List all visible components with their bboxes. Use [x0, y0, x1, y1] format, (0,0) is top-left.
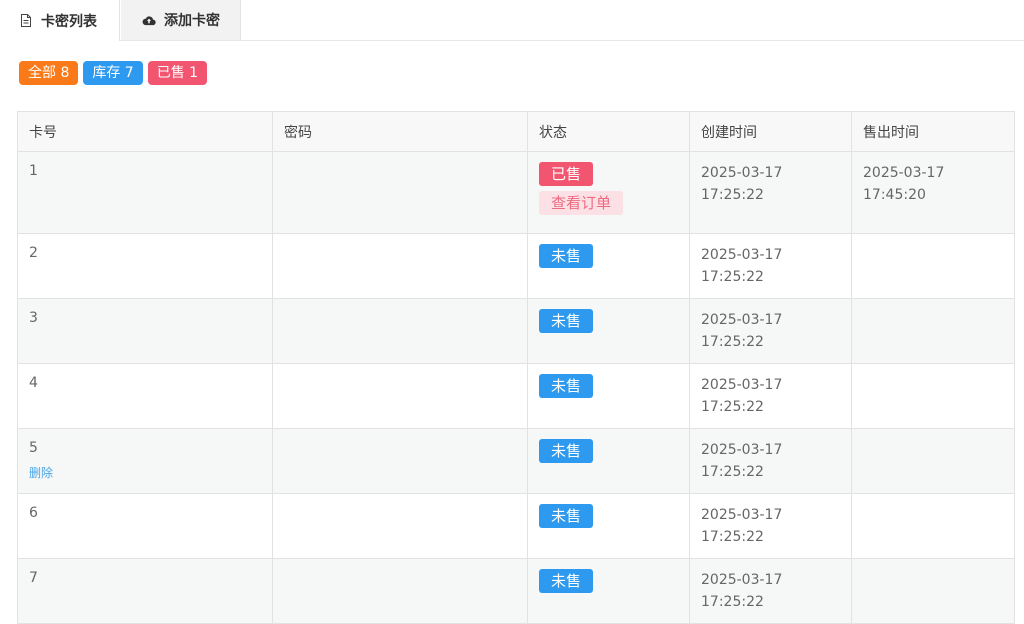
table-row: 2 未售 2025-03-17 17:25:22 — [17, 233, 1015, 299]
created-time: 17:25:22 — [701, 464, 764, 480]
table-row: 1 已售 查看订单 2025-03-17 17:25:22 2025-03-17 1… — [17, 151, 1015, 234]
password-cell — [272, 233, 528, 299]
password-cell — [272, 151, 528, 234]
column-header-status: 状态 — [527, 111, 690, 152]
status-badge: 已售 — [539, 162, 594, 186]
created-time-cell: 2025-03-17 17:25:22 — [689, 151, 852, 234]
created-date: 2025-03-17 — [701, 247, 783, 263]
status-cell: 未售 — [527, 428, 690, 494]
sold-time-cell — [851, 233, 1015, 299]
tab-card-list[interactable]: 卡密列表 — [0, 0, 120, 41]
tab-add-card[interactable]: 添加卡密 — [121, 0, 241, 40]
created-date: 2025-03-17 — [701, 442, 783, 458]
card-table: 卡号 密码 状态 创建时间 售出时间 1 已售 查看订单 2025-03-17 1… — [17, 111, 1015, 624]
status-badge: 未售 — [539, 309, 594, 333]
table-row: 4 未售 2025-03-17 17:25:22 — [17, 363, 1015, 429]
created-time: 17:25:22 — [701, 399, 764, 415]
created-time: 17:25:22 — [701, 269, 764, 285]
status-badge: 未售 — [539, 504, 594, 528]
filter-all-badge[interactable]: 全部 8 — [19, 61, 79, 85]
created-time-cell: 2025-03-17 17:25:22 — [689, 428, 852, 494]
card-number: 3 — [29, 310, 38, 326]
password-cell — [272, 428, 528, 494]
created-time-cell: 2025-03-17 17:25:22 — [689, 298, 852, 364]
created-time-cell: 2025-03-17 17:25:22 — [689, 558, 852, 624]
tab-bar: 卡密列表 添加卡密 — [0, 0, 1024, 41]
delete-link[interactable]: 删除 — [29, 464, 261, 481]
sold-time-cell — [851, 428, 1015, 494]
table-row: 5 删除 未售 2025-03-17 17:25:22 — [17, 428, 1015, 494]
tab-label: 卡密列表 — [41, 13, 97, 30]
created-date: 2025-03-17 — [701, 312, 783, 328]
status-badge: 未售 — [539, 374, 594, 398]
card-number: 4 — [29, 375, 38, 391]
table-row: 7 未售 2025-03-17 17:25:22 — [17, 558, 1015, 624]
created-time: 17:25:22 — [701, 594, 764, 610]
created-date: 2025-03-17 — [701, 507, 783, 523]
column-header-password: 密码 — [272, 111, 528, 152]
status-cell: 未售 — [527, 298, 690, 364]
created-date: 2025-03-17 — [701, 377, 783, 393]
sold-date: 2025-03-17 — [863, 165, 945, 181]
sold-time-cell — [851, 298, 1015, 364]
cloud-upload-icon — [142, 13, 156, 27]
created-time: 17:25:22 — [701, 187, 764, 203]
view-order-button[interactable]: 查看订单 — [539, 191, 624, 215]
card-number-cell: 5 删除 — [17, 428, 273, 494]
filter-sold-badge[interactable]: 已售 1 — [147, 61, 208, 85]
card-number-cell: 7 — [17, 558, 273, 624]
status-badge: 未售 — [539, 569, 594, 593]
status-cell: 未售 — [527, 558, 690, 624]
password-cell — [272, 493, 528, 559]
card-number-cell: 1 — [17, 151, 273, 234]
card-number-cell: 6 — [17, 493, 273, 559]
column-header-sold: 售出时间 — [851, 111, 1015, 152]
created-time: 17:25:22 — [701, 334, 764, 350]
card-number-cell: 4 — [17, 363, 273, 429]
status-badge: 未售 — [539, 244, 594, 268]
card-number: 1 — [29, 163, 38, 179]
sold-time-cell — [851, 493, 1015, 559]
created-date: 2025-03-17 — [701, 572, 783, 588]
sold-time-cell — [851, 363, 1015, 429]
created-date: 2025-03-17 — [701, 165, 783, 181]
created-time-cell: 2025-03-17 17:25:22 — [689, 493, 852, 559]
status-cell: 未售 — [527, 363, 690, 429]
card-number: 2 — [29, 245, 38, 261]
sold-time: 17:45:20 — [863, 187, 926, 203]
card-number: 5 — [29, 440, 38, 456]
password-cell — [272, 363, 528, 429]
status-cell: 已售 查看订单 — [527, 151, 690, 234]
password-cell — [272, 558, 528, 624]
status-cell: 未售 — [527, 233, 690, 299]
filter-stock-badge[interactable]: 库存 7 — [83, 61, 143, 85]
status-cell: 未售 — [527, 493, 690, 559]
filter-badges: 全部 8 库存 7 已售 1 — [19, 61, 208, 85]
table-row: 3 未售 2025-03-17 17:25:22 — [17, 298, 1015, 364]
tab-label: 添加卡密 — [164, 13, 220, 29]
card-number: 7 — [29, 570, 38, 586]
card-number-cell: 2 — [17, 233, 273, 299]
created-time-cell: 2025-03-17 17:25:22 — [689, 233, 852, 299]
sold-time-cell: 2025-03-17 17:45:20 — [851, 151, 1015, 234]
table-row: 6 未售 2025-03-17 17:25:22 — [17, 493, 1015, 559]
password-cell — [272, 298, 528, 364]
status-badge: 未售 — [539, 439, 594, 463]
created-time-cell: 2025-03-17 17:25:22 — [689, 363, 852, 429]
card-number-cell: 3 — [17, 298, 273, 364]
created-time: 17:25:22 — [701, 529, 764, 545]
document-icon — [19, 14, 33, 28]
sold-time-cell — [851, 558, 1015, 624]
column-header-created: 创建时间 — [689, 111, 852, 152]
card-number: 6 — [29, 505, 38, 521]
column-header-card: 卡号 — [17, 111, 273, 152]
table-header-row: 卡号 密码 状态 创建时间 售出时间 — [17, 111, 1015, 152]
